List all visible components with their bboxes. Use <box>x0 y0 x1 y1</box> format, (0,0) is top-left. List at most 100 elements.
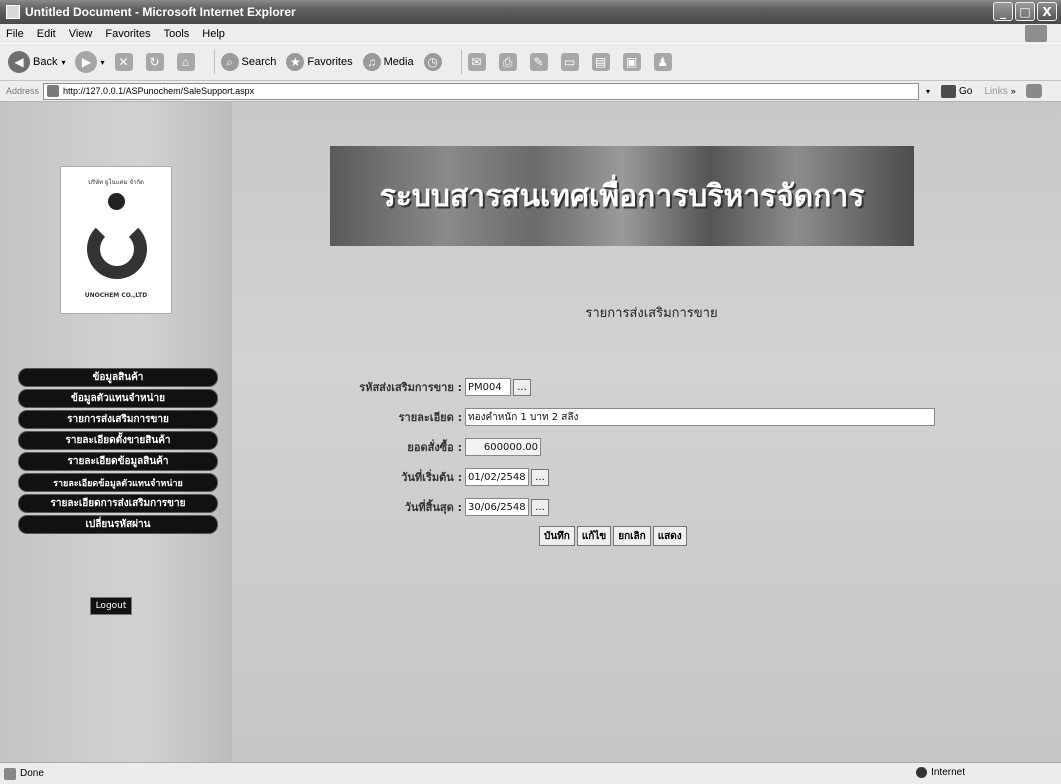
sidebar-item-dealer-details[interactable]: รายละเอียดข้อมูลตัวแทนจำหน่าย <box>18 473 218 492</box>
media-icon: ♫ <box>362 53 381 71</box>
promo-code-label: รหัสส่งเสริมการขาย : <box>359 381 462 394</box>
amount-row: ยอดสั่งซื้อ : 600000.00 <box>292 438 541 456</box>
history-button[interactable]: ◷ <box>423 53 445 71</box>
back-arrow-icon: ◀ <box>8 51 30 73</box>
extension-icon[interactable] <box>1025 84 1042 98</box>
logout-button[interactable]: Logout <box>90 597 132 615</box>
end-date-label: วันที่สิ้นสุด : <box>404 501 462 514</box>
banner-title: ระบบสารสนเทศเพื่อการบริหารจัดการ <box>379 178 865 214</box>
mail-icon: ✉ <box>467 53 486 71</box>
toolbar-separator <box>460 50 462 74</box>
back-label: Back <box>33 56 58 68</box>
search-button[interactable]: ⌕ Search <box>220 53 276 71</box>
back-button[interactable]: ◀ Back ▾ <box>8 51 65 73</box>
window-titlebar: Untitled Document - Microsoft Internet E… <box>0 0 1061 24</box>
go-label: Go <box>959 85 973 97</box>
save-button[interactable]: บันทึก <box>539 526 575 546</box>
end-date-input[interactable]: 30/06/2548 <box>465 498 529 516</box>
menu-bar: File Edit View Favorites Tools Help <box>0 24 1061 43</box>
header-banner: ระบบสารสนเทศเพื่อการบริหารจัดการ <box>330 146 914 246</box>
amount-label: ยอดสั่งซื้อ : <box>407 441 462 454</box>
home-icon: ⌂ <box>176 53 195 71</box>
end-date-picker-button[interactable]: ... <box>531 498 549 516</box>
edit-page-icon: ✎ <box>529 53 548 71</box>
sidebar-item-product-details[interactable]: รายละเอียดข้อมูลสินค้า <box>18 452 218 471</box>
links-expand-icon[interactable]: » <box>1011 86 1016 96</box>
stop-button[interactable]: ✕ <box>114 53 136 71</box>
start-date-row: วันที่เริ่มต้น : 01/02/2548 ... <box>292 468 549 486</box>
address-dropdown-icon[interactable]: ▾ <box>921 84 935 99</box>
address-bar: Address http://127.0.0.1/ASPunochem/Sale… <box>0 81 1061 102</box>
edit-button[interactable]: แก้ไข <box>576 526 612 546</box>
page-status-icon <box>4 767 16 780</box>
address-input[interactable]: http://127.0.0.1/ASPunochem/SaleSupport.… <box>43 82 920 100</box>
menu-edit[interactable]: Edit <box>37 28 56 40</box>
start-date-picker-button[interactable]: ... <box>531 468 549 486</box>
address-url: http://127.0.0.1/ASPunochem/SaleSupport.… <box>63 86 255 96</box>
minimize-button[interactable]: _ <box>993 2 1013 21</box>
research-button[interactable]: ▤ <box>591 53 613 71</box>
favorites-button[interactable]: ★ Favorites <box>286 53 353 71</box>
detail-label: รายละเอียด : <box>398 411 462 424</box>
status-text: Done <box>20 768 44 779</box>
print-button[interactable]: ⎙ <box>498 53 520 71</box>
left-sidebar: บริษัท ยูโนแคม จำกัด UNOCHEM CO.,LTD ข้อ… <box>0 102 232 762</box>
refresh-button[interactable]: ↻ <box>145 53 167 71</box>
go-button[interactable]: Go <box>941 84 973 98</box>
maximize-button[interactable]: □ <box>1015 2 1035 21</box>
end-date-row: วันที่สิ้นสุด : 30/06/2548 ... <box>292 498 549 516</box>
sidebar-item-products[interactable]: ข้อมูลสินค้า <box>18 368 218 387</box>
stop-icon: ✕ <box>114 53 133 71</box>
forward-dropdown-icon: ▾ <box>100 57 105 67</box>
menu-favorites[interactable]: Favorites <box>105 28 150 40</box>
ie-app-icon <box>6 5 20 19</box>
messenger-button[interactable]: ▣ <box>622 53 644 71</box>
amount-input[interactable]: 600000.00 <box>465 438 541 456</box>
promo-code-input[interactable]: PM004 <box>465 378 511 396</box>
home-button[interactable]: ⌂ <box>176 53 198 71</box>
go-arrow-icon <box>941 84 957 98</box>
menu-tools[interactable]: Tools <box>164 28 190 40</box>
research-icon: ▤ <box>591 53 610 71</box>
toolbar-separator <box>213 50 215 74</box>
sidebar-item-dealers[interactable]: ข้อมูลตัวแทนจำหน่าย <box>18 389 218 408</box>
sidebar-item-sales-promotions[interactable]: รายการส่งเสริมการขาย <box>18 410 218 429</box>
favorites-label: Favorites <box>307 56 353 68</box>
window-title: Untitled Document - Microsoft Internet E… <box>25 5 296 19</box>
sidebar-item-sale-settings[interactable]: รายละเอียดตั้งขายสินค้า <box>18 431 218 450</box>
page-title: รายการส่งเสริมการขาย <box>585 306 718 321</box>
discuss-button[interactable]: ▭ <box>560 53 582 71</box>
windows-flag-icon <box>1025 25 1047 42</box>
menu-help[interactable]: Help <box>202 28 225 40</box>
links-button[interactable]: Links <box>984 86 1007 97</box>
sidebar-item-promotion-details[interactable]: รายละเอียดการส่งเสริมการขาย <box>18 494 218 513</box>
start-date-input[interactable]: 01/02/2548 <box>465 468 529 486</box>
zone-label: Internet <box>931 767 965 778</box>
promo-code-lookup-button[interactable]: ... <box>513 378 531 396</box>
logo-english-name: UNOCHEM CO.,LTD <box>84 292 148 299</box>
menu-view[interactable]: View <box>69 28 93 40</box>
people-button[interactable]: ♟ <box>653 53 675 71</box>
history-icon: ◷ <box>423 53 442 71</box>
sidebar-item-change-password[interactable]: เปลี่ยนรหัสผ่าน <box>18 515 218 534</box>
edit-page-button[interactable]: ✎ <box>529 53 551 71</box>
print-icon: ⎙ <box>498 53 517 71</box>
close-button[interactable]: X <box>1037 2 1057 21</box>
logo-dot <box>108 193 125 210</box>
show-button[interactable]: แสดง <box>652 526 687 546</box>
favorites-star-icon: ★ <box>286 53 305 71</box>
menu-file[interactable]: File <box>6 28 24 40</box>
browser-toolbar: ◀ Back ▾ ▶ ▾ ✕ ↻ ⌂ ⌕ Search ★ Favorites … <box>0 43 1061 81</box>
media-button[interactable]: ♫ Media <box>362 53 414 71</box>
logo-ring <box>87 219 147 279</box>
logo-thai-name: บริษัท ยูโนแคม จำกัด <box>88 179 144 186</box>
cancel-button[interactable]: ยกเลิก <box>613 526 651 546</box>
people-icon: ♟ <box>653 53 672 71</box>
forward-button[interactable]: ▶ ▾ <box>75 51 105 73</box>
start-date-label: วันที่เริ่มต้น : <box>401 471 462 484</box>
back-dropdown-icon: ▾ <box>61 57 66 67</box>
detail-input[interactable]: ทองคำหนัก 1 บาท 2 สลึง <box>465 408 935 426</box>
globe-icon <box>916 767 928 778</box>
mail-button[interactable]: ✉ <box>467 53 489 71</box>
main-area: ระบบสารสนเทศเพื่อการบริหารจัดการ รายการส… <box>232 102 1061 762</box>
